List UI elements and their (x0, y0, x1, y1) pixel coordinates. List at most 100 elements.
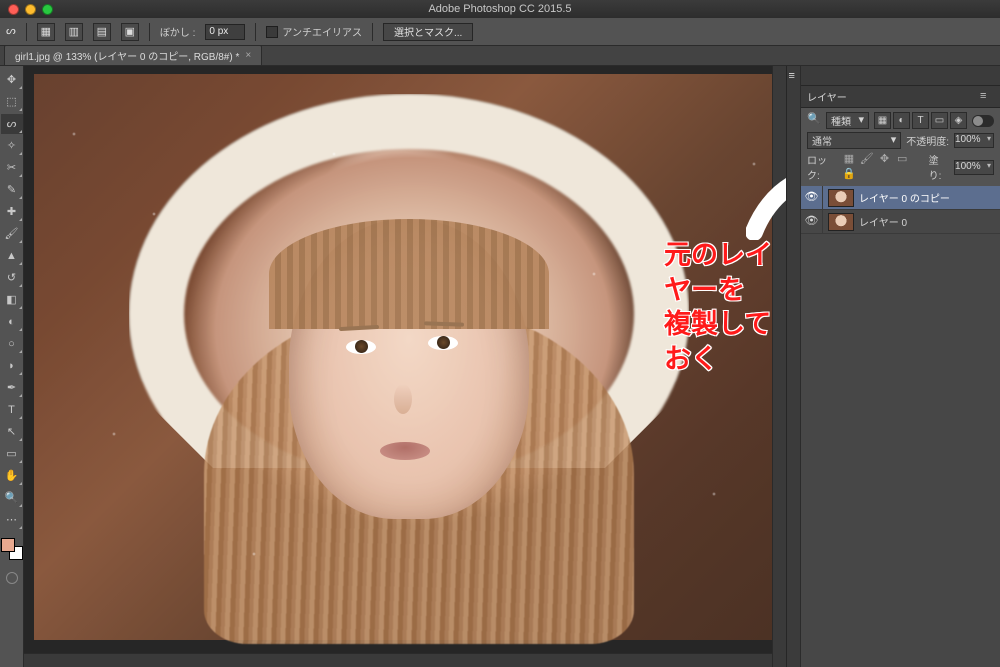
lock-label: ロック: (807, 152, 836, 182)
document-tab-bar: girl1.jpg @ 133% (レイヤー 0 のコピー, RGB/8#) *… (0, 46, 1000, 66)
layer-row[interactable]: 👁 レイヤー 0 のコピー (801, 186, 1000, 210)
foreground-swatch-icon[interactable] (1, 538, 15, 552)
fill-value: 100% (955, 161, 981, 172)
app-title: Adobe Photoshop CC 2015.5 (0, 3, 1000, 15)
document-tab-label: girl1.jpg @ 133% (レイヤー 0 のコピー, RGB/8#) * (15, 48, 239, 63)
image-content (269, 219, 549, 329)
layer-row[interactable]: 👁 レイヤー 0 (801, 210, 1000, 234)
more-tools-icon: ⋯ (6, 515, 17, 526)
layer-kind-filter-select[interactable]: 種類▾ (826, 112, 869, 129)
mac-titlebar: Adobe Photoshop CC 2015.5 (0, 0, 1000, 18)
separator (26, 23, 27, 41)
lock-icons: ▦ 🖌 ✥ ▭ 🔒 (841, 152, 918, 182)
lock-artboard-icon[interactable]: ▭ (895, 152, 910, 167)
separator (149, 23, 150, 41)
chevron-down-icon: ▾ (858, 115, 864, 126)
lock-all-icon[interactable]: 🔒 (841, 167, 856, 182)
hand-tool-icon: ✋ (5, 471, 19, 482)
rectangle-tool-icon: ▭ (6, 449, 16, 460)
spot-healing-tool[interactable]: ✚ (1, 202, 23, 222)
layer-name-label[interactable]: レイヤー 0 (859, 214, 1000, 229)
intersect-selection-icon[interactable]: ▣ (121, 23, 139, 41)
blur-tool[interactable]: ○ (1, 334, 23, 354)
lock-position-icon[interactable]: ✥ (877, 152, 892, 167)
canvas-area[interactable]: 元のレイヤーを 複製しておく (24, 66, 786, 667)
layers-panel-header[interactable]: レイヤー ≡ (801, 86, 1000, 108)
magic-wand-tool-icon: ✧ (7, 141, 16, 152)
move-tool[interactable]: ✥ (1, 70, 23, 90)
add-selection-icon[interactable]: ▥ (65, 23, 83, 41)
gradient-tool[interactable]: ◐ (1, 312, 23, 332)
type-tool[interactable]: T (1, 400, 23, 420)
options-bar: ᔕ ▦ ▥ ▤ ▣ ぼかし : アンチエイリアス 選択とマスク... (0, 18, 1000, 46)
layer-filter-icons: ▦ ◐ T ▭ ◈ (874, 112, 967, 129)
horizontal-scrollbar[interactable] (24, 653, 772, 667)
hand-tool[interactable]: ✋ (1, 466, 23, 486)
crop-tool-icon: ✂ (7, 163, 16, 174)
layer-name-label[interactable]: レイヤー 0 のコピー (859, 190, 1000, 205)
eraser-tool-icon: ◧ (6, 295, 16, 306)
filter-toggle[interactable] (972, 115, 994, 127)
document-tab[interactable]: girl1.jpg @ 133% (レイヤー 0 のコピー, RGB/8#) *… (4, 45, 262, 65)
history-brush-tool[interactable]: ↺ (1, 268, 23, 288)
image-content (394, 384, 412, 414)
image-content (380, 442, 430, 460)
antialias-checkbox[interactable]: アンチエイリアス (266, 24, 362, 39)
eyedropper-tool[interactable]: ✎ (1, 180, 23, 200)
rectangular-marquee-tool-icon: ⬚ (6, 97, 16, 108)
image-content (437, 336, 450, 349)
crop-tool[interactable]: ✂ (1, 158, 23, 178)
lock-transparency-icon[interactable]: ▦ (841, 152, 856, 167)
path-selection-tool[interactable]: ↖ (1, 422, 23, 442)
filter-pixel-icon[interactable]: ▦ (874, 112, 891, 129)
close-tab-icon[interactable]: × (245, 50, 251, 61)
panel-menu-icon[interactable]: ≡ (980, 91, 994, 102)
dodge-tool[interactable]: ◗ (1, 356, 23, 376)
layers-panel-title: レイヤー (807, 89, 847, 104)
dock-icon[interactable]: ≡ (789, 70, 799, 80)
filter-shape-icon[interactable]: ▭ (931, 112, 948, 129)
magic-wand-tool[interactable]: ✧ (1, 136, 23, 156)
layer-visibility-toggle[interactable]: 👁 (801, 210, 823, 233)
brush-tool[interactable]: 🖌 (1, 224, 23, 244)
panel-group-grip[interactable] (801, 66, 1000, 86)
zoom-tool[interactable]: 🔍 (1, 488, 23, 508)
layers-panel-controls: 🔍 種類▾ ▦ ◐ T ▭ ◈ 通常▾ (801, 108, 1000, 186)
rectangular-marquee-tool[interactable]: ⬚ (1, 92, 23, 112)
new-selection-icon[interactable]: ▦ (37, 23, 55, 41)
more-tools[interactable]: ⋯ (1, 510, 23, 530)
vertical-scrollbar[interactable] (772, 66, 786, 667)
eraser-tool[interactable]: ◧ (1, 290, 23, 310)
lasso-tool[interactable]: ᔕ (1, 114, 23, 134)
select-and-mask-button[interactable]: 選択とマスク... (383, 23, 473, 41)
eye-icon: 👁 (805, 216, 819, 227)
filter-adjust-icon[interactable]: ◐ (893, 112, 910, 129)
layers-list[interactable]: 👁 レイヤー 0 のコピー 👁 レイヤー 0 (801, 186, 1000, 667)
document-canvas[interactable] (34, 74, 786, 640)
pen-tool[interactable]: ✒ (1, 378, 23, 398)
image-content (355, 340, 368, 353)
quick-mask-toggle[interactable] (1, 568, 23, 588)
feather-input[interactable] (205, 24, 245, 40)
fill-input[interactable]: 100% (954, 160, 994, 175)
feather-label: ぼかし : (160, 24, 196, 39)
lock-image-icon[interactable]: 🖌 (859, 152, 874, 167)
eyedropper-tool-icon: ✎ (7, 185, 16, 196)
layer-thumbnail[interactable] (828, 189, 854, 207)
filter-smart-icon[interactable]: ◈ (950, 112, 967, 129)
collapsed-panel-dock[interactable]: ≡ (786, 66, 800, 667)
search-icon[interactable]: 🔍 (807, 114, 821, 128)
fill-label: 塗り: (929, 152, 949, 182)
clone-stamp-tool[interactable]: ▲ (1, 246, 23, 266)
opacity-input[interactable]: 100% (954, 133, 994, 148)
layer-visibility-toggle[interactable]: 👁 (801, 186, 823, 209)
separator (255, 23, 256, 41)
color-swatches[interactable] (1, 538, 23, 560)
filter-type-icon[interactable]: T (912, 112, 929, 129)
rectangle-tool[interactable]: ▭ (1, 444, 23, 464)
antialias-label: アンチエイリアス (282, 24, 362, 39)
subtract-selection-icon[interactable]: ▤ (93, 23, 111, 41)
blend-mode-select[interactable]: 通常▾ (807, 132, 901, 149)
layer-thumbnail[interactable] (828, 213, 854, 231)
clone-stamp-tool-icon: ▲ (6, 251, 17, 262)
